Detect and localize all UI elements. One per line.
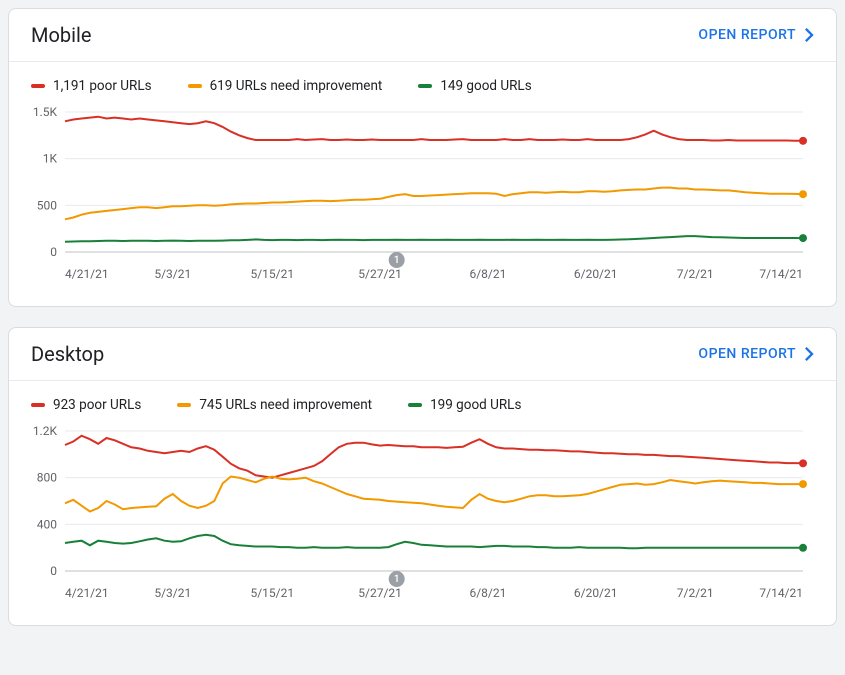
poor-swatch [31, 403, 45, 407]
svg-text:5/3/21: 5/3/21 [154, 267, 191, 281]
svg-text:5/3/21: 5/3/21 [154, 586, 191, 600]
desktop-end-dot-good [799, 544, 807, 552]
mobile-series-poor [65, 117, 803, 141]
chevron-right-icon [804, 28, 814, 42]
mobile-series-needs [65, 188, 803, 220]
svg-text:0: 0 [50, 245, 57, 259]
desktop-card: Desktop OPEN REPORT 923 poor URLs 745 URLs … [8, 327, 837, 626]
svg-text:1: 1 [394, 255, 400, 266]
desktop-chart: 0 400 800 1.2K 4/21/21 5/3/21 5/15/21 5/27/21 6/… [25, 421, 815, 611]
desktop-legend-needs[interactable]: 745 URLs need improvement [177, 397, 372, 413]
svg-text:6/8/21: 6/8/21 [469, 267, 506, 281]
poor-swatch [31, 84, 45, 88]
svg-text:6/20/21: 6/20/21 [574, 267, 618, 281]
svg-text:5/27/21: 5/27/21 [358, 586, 402, 600]
needs-swatch [177, 403, 191, 407]
svg-text:1K: 1K [43, 152, 58, 166]
desktop-chart-area: 0 400 800 1.2K 4/21/21 5/3/21 5/15/21 5/27/21 6/… [9, 421, 836, 625]
mobile-legend-needs[interactable]: 619 URLs need improvement [188, 78, 383, 94]
svg-text:5/15/21: 5/15/21 [250, 267, 294, 281]
chevron-right-icon [804, 347, 814, 361]
mobile-end-dot-good [799, 234, 807, 242]
desktop-legend-poor[interactable]: 923 poor URLs [31, 397, 141, 413]
svg-text:4/21/21: 4/21/21 [65, 586, 109, 600]
svg-text:7/2/21: 7/2/21 [677, 586, 714, 600]
mobile-legend-poor-label: 1,191 poor URLs [53, 78, 152, 94]
mobile-open-report-link[interactable]: OPEN REPORT [698, 27, 814, 43]
mobile-legend-good-label: 149 good URLs [440, 78, 531, 94]
desktop-card-header: Desktop OPEN REPORT [9, 328, 836, 380]
desktop-legend-needs-label: 745 URLs need improvement [199, 397, 372, 413]
desktop-legend-good[interactable]: 199 good URLs [408, 397, 521, 413]
mobile-chart-area: 0 500 1K 1.5K 4/21/21 5/3/21 5/15/21 5/27/21 6/8… [9, 102, 836, 306]
svg-text:1: 1 [394, 574, 400, 585]
svg-text:400: 400 [37, 517, 57, 531]
svg-text:1.2K: 1.2K [33, 424, 58, 438]
svg-text:1.5K: 1.5K [33, 105, 58, 119]
svg-text:5/27/21: 5/27/21 [358, 267, 402, 281]
desktop-legend-good-label: 199 good URLs [430, 397, 521, 413]
open-report-label: OPEN REPORT [698, 346, 796, 362]
desktop-title: Desktop [31, 342, 104, 366]
open-report-label: OPEN REPORT [698, 27, 796, 43]
svg-text:4/21/21: 4/21/21 [65, 267, 109, 281]
mobile-card-header: Mobile OPEN REPORT [9, 9, 836, 61]
desktop-open-report-link[interactable]: OPEN REPORT [698, 346, 814, 362]
desktop-series-needs [65, 477, 803, 512]
mobile-title: Mobile [31, 23, 91, 47]
needs-swatch [188, 84, 202, 88]
mobile-legend-good[interactable]: 149 good URLs [418, 78, 531, 94]
svg-text:7/2/21: 7/2/21 [677, 267, 714, 281]
good-swatch [418, 84, 432, 88]
svg-text:500: 500 [37, 198, 57, 212]
desktop-series-poor [65, 436, 803, 478]
svg-text:7/14/21: 7/14/21 [759, 267, 803, 281]
mobile-series-good [65, 236, 803, 242]
mobile-end-dot-needs [799, 190, 807, 198]
desktop-end-dot-needs [799, 480, 807, 488]
mobile-legend: 1,191 poor URLs 619 URLs need improvement… [9, 62, 836, 102]
svg-text:5/15/21: 5/15/21 [250, 586, 294, 600]
svg-text:6/20/21: 6/20/21 [574, 586, 618, 600]
svg-text:0: 0 [50, 564, 57, 578]
mobile-end-dot-poor [799, 137, 807, 145]
mobile-legend-poor[interactable]: 1,191 poor URLs [31, 78, 152, 94]
svg-text:800: 800 [37, 471, 57, 485]
desktop-series-good [65, 535, 803, 549]
good-swatch [408, 403, 422, 407]
svg-text:6/8/21: 6/8/21 [469, 586, 506, 600]
mobile-chart: 0 500 1K 1.5K 4/21/21 5/3/21 5/15/21 5/27/21 6/8… [25, 102, 815, 292]
mobile-card: Mobile OPEN REPORT 1,191 poor URLs 619 URLs… [8, 8, 837, 307]
desktop-legend-poor-label: 923 poor URLs [53, 397, 141, 413]
svg-text:7/14/21: 7/14/21 [759, 586, 803, 600]
desktop-end-dot-poor [799, 459, 807, 467]
desktop-legend: 923 poor URLs 745 URLs need improvement 19… [9, 381, 836, 421]
mobile-legend-needs-label: 619 URLs need improvement [210, 78, 383, 94]
